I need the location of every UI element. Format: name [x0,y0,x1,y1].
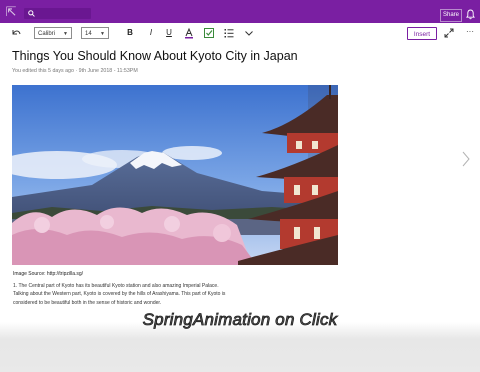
kyoto-photo[interactable] [12,85,338,265]
font-size-select[interactable]: 14 ▼ [81,27,109,39]
body-paragraph[interactable]: 1. The Central part of Kyoto has its bea… [13,282,253,307]
share-button[interactable]: Share [440,9,462,22]
paragraph-line: 1. The Central part of Kyoto has its bea… [13,283,219,289]
animation-caption: SpringAnimation on Click [142,310,338,330]
edit-metadata: You edited this 5 days ago · 9th June 20… [12,68,138,74]
chevron-down-icon: ▼ [63,31,68,37]
back-button[interactable]: ⇱ [0,0,22,23]
chevron-down-icon[interactable] [243,27,255,39]
page-title[interactable]: Things You Should Know About Kyoto City … [12,49,298,63]
font-name-select[interactable]: Calibri ▼ [34,27,72,39]
font-color-icon[interactable] [183,27,195,39]
search-box[interactable] [24,8,91,19]
search-icon [28,10,35,17]
font-name-value: Calibri [38,31,56,37]
bell-icon[interactable] [466,9,475,20]
underline-button[interactable]: U [163,27,175,39]
image-source-text: Image Source: http://tripzilla.sg/ [13,271,84,277]
expand-icon[interactable] [443,27,455,39]
paragraph-line: considered to be beautiful both in the s… [13,299,162,306]
format-toolbar: Calibri ▼ 14 ▼ B I U Insert ··· [0,23,480,45]
chevron-right-icon[interactable] [461,151,471,167]
bullet-list-icon[interactable] [223,27,235,39]
undo-icon[interactable] [10,27,22,39]
insert-button[interactable]: Insert [407,27,437,40]
bold-button[interactable]: B [124,27,136,39]
font-size-value: 14 [85,31,92,37]
chevron-down-icon: ▼ [100,31,105,37]
paragraph-line: Talking about the Western part, Kyoto is… [13,291,226,298]
more-options-button[interactable]: ··· [464,27,476,39]
todo-checkbox-icon[interactable] [203,27,215,39]
title-bar: ⇱ Share [0,0,480,23]
italic-button[interactable]: I [145,27,157,39]
note-page: Things You Should Know About Kyoto City … [0,44,480,372]
